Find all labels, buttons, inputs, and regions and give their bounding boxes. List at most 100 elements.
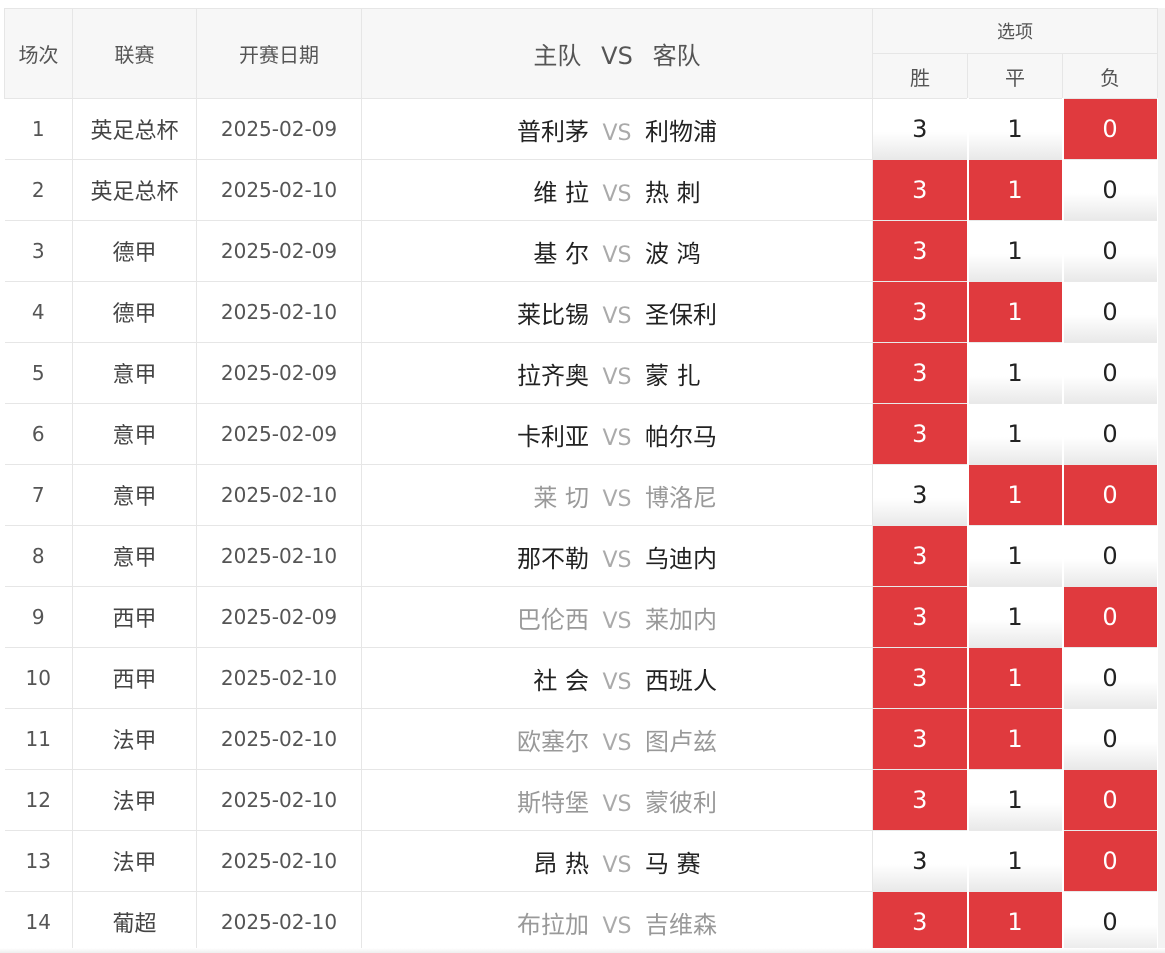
table-row: 14 葡超 2025-02-10 布拉加 VS 吉维森 3 1 0	[4, 891, 1159, 953]
option-win-button[interactable]: 3	[873, 160, 967, 220]
header-away: 客队	[652, 42, 701, 70]
option-draw-button[interactable]: 1	[968, 99, 1062, 159]
vs-label: VS	[602, 913, 632, 939]
option-draw-button[interactable]: 1	[968, 160, 1062, 220]
option-win-cell: 3	[872, 281, 969, 343]
option-lose-button[interactable]: 0	[1063, 648, 1157, 708]
option-lose-button[interactable]: 0	[1063, 465, 1157, 525]
option-win-button[interactable]: 3	[873, 343, 967, 403]
option-win-button[interactable]: 3	[873, 404, 967, 464]
option-win-button[interactable]: 3	[873, 648, 967, 708]
league-name: 德甲	[72, 220, 197, 282]
option-win-button[interactable]: 3	[873, 831, 967, 891]
option-draw-button[interactable]: 1	[968, 709, 1062, 769]
option-lose-button[interactable]: 0	[1063, 404, 1157, 464]
option-win-button[interactable]: 3	[873, 770, 967, 830]
match-teams: 基 尔 VS 波 鸿	[361, 220, 873, 282]
option-lose-cell: 0	[1062, 464, 1159, 526]
option-win-button[interactable]: 3	[873, 526, 967, 586]
match-teams: 昂 热 VS 马 赛	[361, 830, 873, 892]
option-lose-button[interactable]: 0	[1063, 587, 1157, 647]
match-table: 场次 联赛 开赛日期 主队 VS 客队 选项 胜 平 负 1 英足总杯 2025-0…	[4, 8, 1159, 953]
away-team: 圣保利	[645, 300, 717, 329]
option-draw-cell: 1	[967, 647, 1064, 709]
option-draw-cell: 1	[967, 525, 1064, 587]
option-lose-button[interactable]: 0	[1063, 526, 1157, 586]
match-teams: 卡利亚 VS 帕尔马	[361, 403, 873, 465]
vs-label: VS	[602, 120, 632, 146]
option-win-button[interactable]: 3	[873, 99, 967, 159]
option-draw-button[interactable]: 1	[968, 770, 1062, 830]
match-teams: 布拉加 VS 吉维森	[361, 891, 873, 953]
option-win-cell: 3	[872, 342, 969, 404]
option-lose-button[interactable]: 0	[1063, 160, 1157, 220]
option-draw-button[interactable]: 1	[968, 343, 1062, 403]
match-number: 4	[4, 281, 73, 343]
option-lose-button[interactable]: 0	[1063, 221, 1157, 281]
option-win-cell: 3	[872, 830, 969, 892]
match-date: 2025-02-09	[196, 403, 362, 465]
option-draw-button[interactable]: 1	[968, 221, 1062, 281]
option-win-button[interactable]: 3	[873, 587, 967, 647]
option-win-button[interactable]: 3	[873, 465, 967, 525]
option-draw-button[interactable]: 1	[968, 282, 1062, 342]
table-row: 12 法甲 2025-02-10 斯特堡 VS 蒙彼利 3 1 0	[4, 769, 1159, 831]
away-team: 蒙彼利	[645, 788, 717, 817]
match-number: 9	[4, 586, 73, 648]
match-teams: 莱比锡 VS 圣保利	[361, 281, 873, 343]
option-lose-cell: 0	[1062, 525, 1159, 587]
option-lose-cell: 0	[1062, 830, 1159, 892]
home-team: 卡利亚	[517, 422, 589, 451]
option-draw-cell: 1	[967, 830, 1064, 892]
option-draw-button[interactable]: 1	[968, 587, 1062, 647]
option-win-cell: 3	[872, 647, 969, 709]
vs-label: VS	[602, 852, 632, 878]
home-team: 莱 切	[533, 483, 589, 512]
match-teams: 社 会 VS 西班人	[361, 647, 873, 709]
league-name: 法甲	[72, 769, 197, 831]
match-number: 1	[4, 98, 73, 160]
match-teams: 欧塞尔 VS 图卢兹	[361, 708, 873, 770]
vs-label: VS	[602, 486, 632, 512]
option-lose-button[interactable]: 0	[1063, 99, 1157, 159]
option-draw-cell: 1	[967, 159, 1064, 221]
option-draw-button[interactable]: 1	[968, 465, 1062, 525]
option-draw-button[interactable]: 1	[968, 831, 1062, 891]
option-draw-button[interactable]: 1	[968, 404, 1062, 464]
away-team: 马 赛	[645, 849, 701, 878]
option-lose-cell: 0	[1062, 159, 1159, 221]
option-draw-cell: 1	[967, 281, 1064, 343]
option-win-button[interactable]: 3	[873, 282, 967, 342]
option-lose-button[interactable]: 0	[1063, 343, 1157, 403]
vs-label: VS	[602, 181, 632, 207]
option-lose-cell: 0	[1062, 98, 1159, 160]
option-lose-button[interactable]: 0	[1063, 892, 1157, 952]
option-lose-button[interactable]: 0	[1063, 770, 1157, 830]
option-draw-button[interactable]: 1	[968, 892, 1062, 952]
league-name: 英足总杯	[72, 159, 197, 221]
table-row: 5 意甲 2025-02-09 拉齐奥 VS 蒙 扎 310	[4, 342, 1159, 404]
league-name: 德甲	[72, 281, 197, 343]
header-options: 选项	[872, 8, 1158, 54]
league-name: 意甲	[72, 525, 197, 587]
vs-label: VS	[602, 425, 632, 451]
option-lose-button[interactable]: 0	[1063, 831, 1157, 891]
option-win-button[interactable]: 3	[873, 892, 967, 952]
home-team: 社 会	[533, 666, 589, 695]
option-lose-cell: 0	[1062, 342, 1159, 404]
match-table-container: 场次 联赛 开赛日期 主队 VS 客队 选项 胜 平 负 1 英足总杯 2025-0…	[4, 8, 1159, 953]
match-number: 3	[4, 220, 73, 282]
table-row: 1 英足总杯 2025-02-09 普利茅 VS 利物浦 3 1 0	[4, 98, 1159, 160]
match-teams: 普利茅 VS 利物浦	[361, 98, 873, 160]
option-lose-button[interactable]: 0	[1063, 709, 1157, 769]
header-home: 主队	[533, 42, 582, 70]
table-row: 10 西甲 2025-02-10 社 会 VS 西班人 3 1 0	[4, 647, 1159, 709]
home-team: 莱比锡	[517, 300, 589, 329]
option-lose-button[interactable]: 0	[1063, 282, 1157, 342]
option-win-button[interactable]: 3	[873, 709, 967, 769]
option-win-cell: 3	[872, 525, 969, 587]
option-draw-button[interactable]: 1	[968, 648, 1062, 708]
option-win-button[interactable]: 3	[873, 221, 967, 281]
table-row: 3 德甲 2025-02-09 基 尔 VS 波 鸿310	[4, 220, 1159, 282]
option-draw-button[interactable]: 1	[968, 526, 1062, 586]
